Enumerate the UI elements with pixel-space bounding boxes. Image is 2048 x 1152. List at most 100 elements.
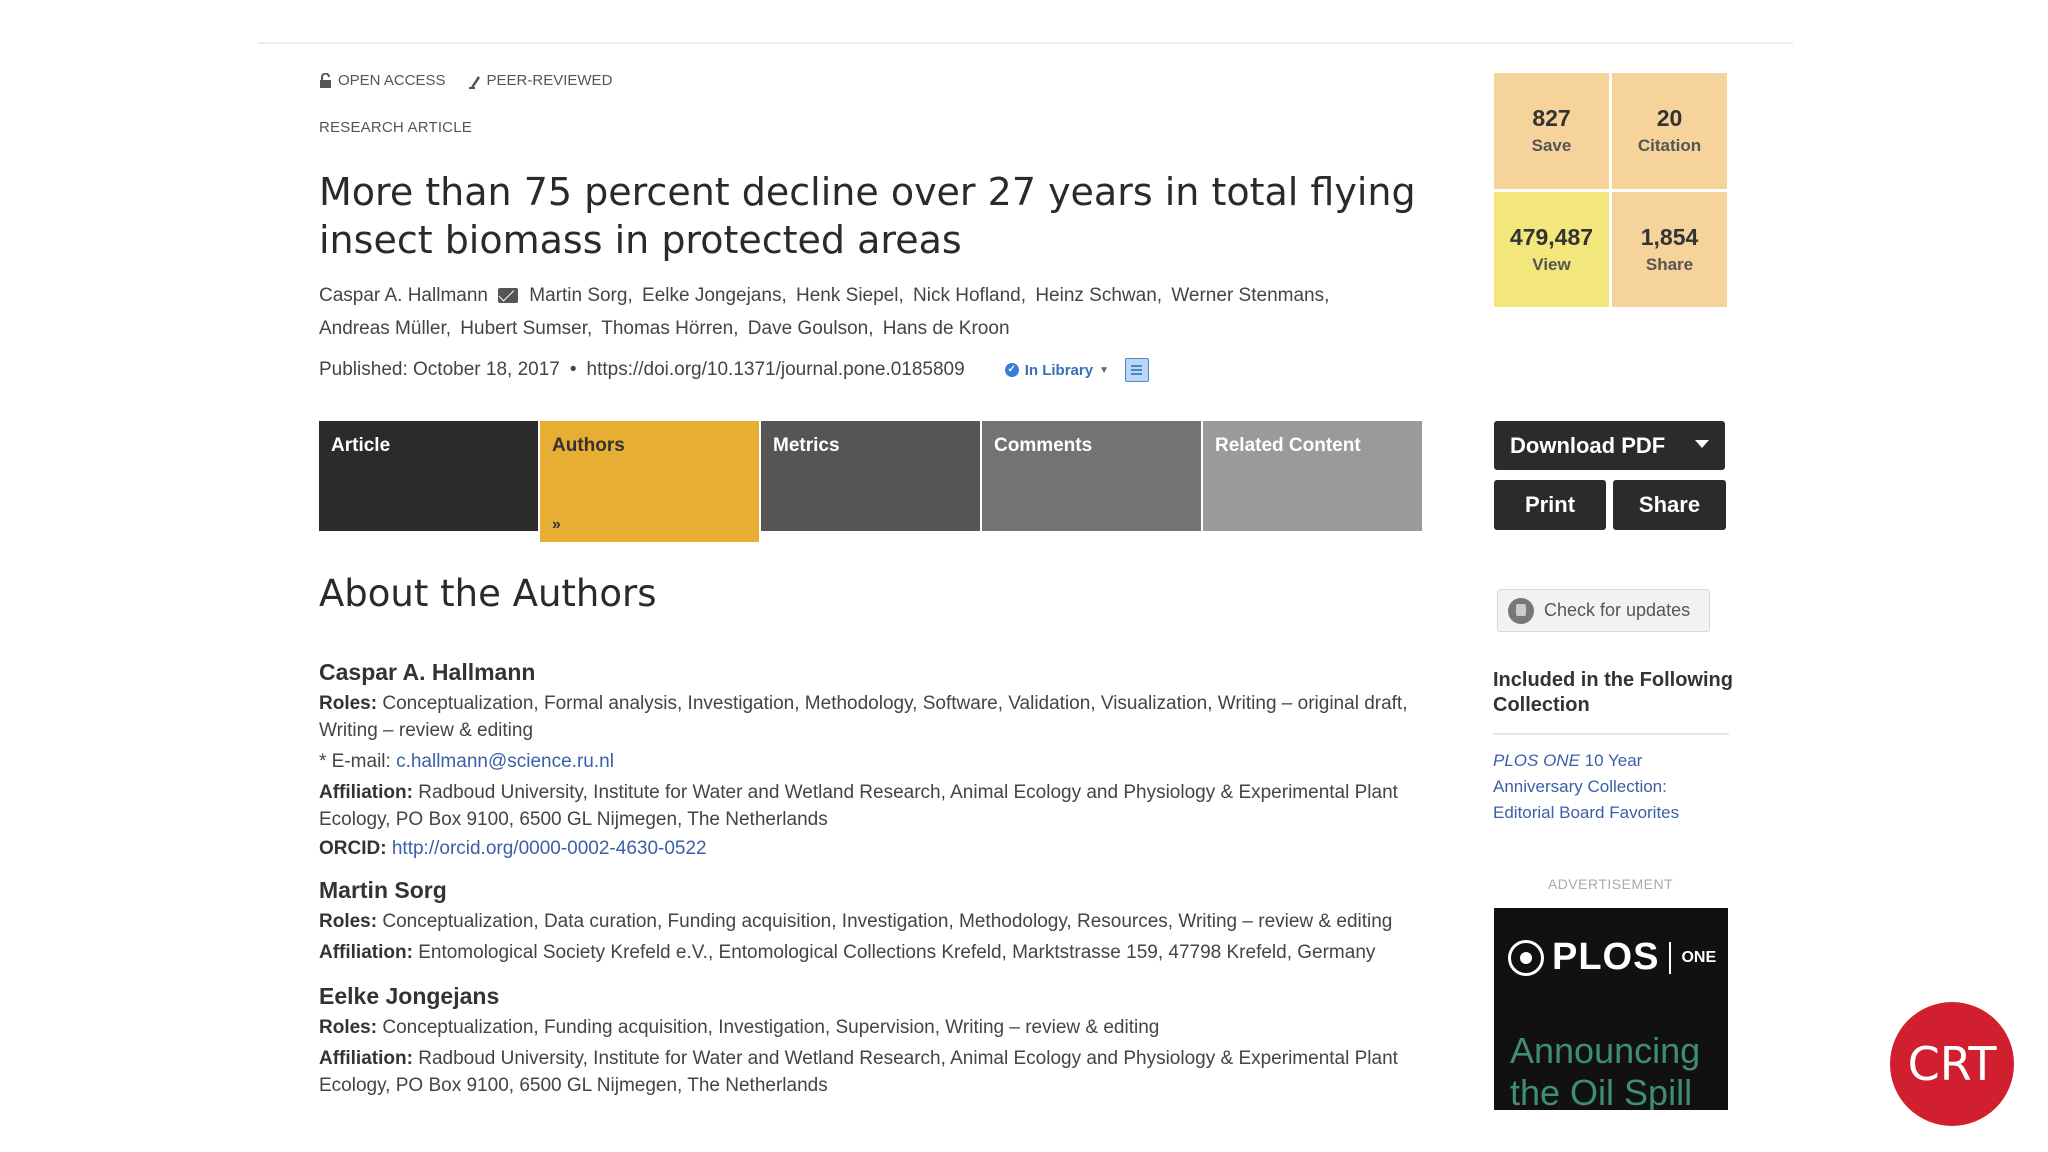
metric-view[interactable]: 479,487 View xyxy=(1494,191,1609,307)
article-badges: OPEN ACCESS PEER-REVIEWED xyxy=(319,72,612,89)
author-link[interactable]: Nick Hofland, xyxy=(913,285,1026,306)
print-button[interactable]: Print xyxy=(1494,480,1606,530)
author-name: Martin Sorg xyxy=(319,877,447,903)
check-icon: ✓ xyxy=(1004,363,1019,377)
advertisement-text: Announcing the Oil Spill xyxy=(1510,1030,1701,1110)
header-divider xyxy=(258,42,1793,44)
metric-save[interactable]: 827 Save xyxy=(1494,73,1609,189)
article-title: More than 75 percent decline over 27 yea… xyxy=(319,170,1416,262)
open-access-label: OPEN ACCESS xyxy=(338,72,446,89)
peer-reviewed-label: PEER-REVIEWED xyxy=(486,72,613,89)
check-for-updates-button[interactable]: Check for updates xyxy=(1497,589,1710,632)
author-link[interactable]: Henk Siepel, xyxy=(796,285,904,306)
logo-separator xyxy=(1669,941,1672,974)
open-access-badge[interactable]: OPEN ACCESS xyxy=(319,72,446,89)
roles-text: Conceptualization, Formal analysis, Inve… xyxy=(319,693,1408,741)
metric-value: 827 xyxy=(1532,105,1571,132)
tab-authors[interactable]: Authors » xyxy=(540,421,759,542)
double-chevron-down-icon: » xyxy=(552,516,561,533)
author-detail: Martin Sorg Roles: Conceptualization, Da… xyxy=(319,874,1439,966)
roles-label: Roles: xyxy=(319,911,378,932)
affiliation-text: Radboud University, Institute for Water … xyxy=(319,1048,1398,1096)
author-link[interactable]: Caspar A. Hallmann xyxy=(319,285,488,306)
metric-citation[interactable]: 20 Citation xyxy=(1612,73,1727,189)
author-link[interactable]: Hubert Sumser, xyxy=(460,318,592,339)
collection-divider xyxy=(1493,733,1729,735)
chevron-down-icon: ▼ xyxy=(1099,364,1109,376)
affiliation-text: Radboud University, Institute for Water … xyxy=(319,782,1398,830)
email-icon[interactable] xyxy=(497,288,518,303)
roles-label: Roles: xyxy=(319,693,378,714)
roles-label: Roles: xyxy=(319,1017,378,1038)
author-detail: Eelke Jongejans Roles: Conceptualization… xyxy=(319,980,1439,1099)
author-name: Caspar A. Hallmann xyxy=(319,659,536,685)
tab-article[interactable]: Article xyxy=(319,421,538,531)
affiliation-label: Affiliation: xyxy=(319,942,413,963)
metric-label: Citation xyxy=(1637,136,1702,156)
peer-reviewed-badge[interactable]: PEER-REVIEWED xyxy=(468,72,613,89)
metric-value: 479,487 xyxy=(1509,223,1594,250)
author-link[interactable]: Martin Sorg, xyxy=(529,285,632,306)
plos-logo: PLOS ONE xyxy=(1508,936,1716,979)
unlock-icon xyxy=(320,72,331,88)
author-orcid: ORCID: http://orcid.org/0000-0002-4630-0… xyxy=(319,835,1439,862)
plos-brand-sub: ONE xyxy=(1681,948,1717,966)
author-roles: Roles: Conceptualization, Formal analysi… xyxy=(319,690,1439,744)
article-metrics: 827 Save 20 Citation 479,487 View 1,854 … xyxy=(1494,73,1727,307)
author-affiliation: Affiliation: Radboud University, Institu… xyxy=(319,779,1439,833)
in-library-label: In Library xyxy=(1024,361,1094,379)
author-link[interactable]: Werner Stenmans, xyxy=(1171,285,1329,306)
in-library-control[interactable]: ✓ In Library ▼ xyxy=(1004,358,1149,382)
author-link[interactable]: Dave Goulson, xyxy=(748,318,874,339)
advertisement-banner[interactable]: PLOS ONE Announcing the Oil Spill xyxy=(1494,908,1728,1110)
author-name: Eelke Jongejans xyxy=(319,983,500,1009)
metric-value: 20 xyxy=(1656,105,1683,132)
download-pdf-label: Download PDF xyxy=(1510,432,1666,458)
affiliation-label: Affiliation: xyxy=(319,782,413,803)
author-roles: Roles: Conceptualization, Data curation,… xyxy=(319,908,1439,935)
roles-text: Conceptualization, Funding acquisition, … xyxy=(382,1017,1160,1038)
separator-dot: • xyxy=(569,359,577,380)
orcid-link[interactable]: http://orcid.org/0000-0002-4630-0522 xyxy=(392,838,707,859)
email-link[interactable]: c.hallmann@science.ru.nl xyxy=(396,751,614,772)
plos-brand: PLOS xyxy=(1552,936,1660,978)
publication-info: Published: October 18, 2017 • https://do… xyxy=(319,358,1149,382)
advertisement-label: ADVERTISEMENT xyxy=(1547,876,1674,892)
author-affiliation: Affiliation: Radboud University, Institu… xyxy=(319,1045,1439,1099)
author-list: Caspar A. Hallmann Martin Sorg, Eelke Jo… xyxy=(319,279,1369,345)
caret-down-icon[interactable] xyxy=(1695,440,1709,448)
plos-sun-icon xyxy=(1508,939,1544,976)
author-link[interactable]: Hans de Kroon xyxy=(883,318,1010,339)
email-label: * E-mail: xyxy=(319,751,391,772)
tab-metrics[interactable]: Metrics xyxy=(761,421,980,531)
orcid-label: ORCID: xyxy=(319,838,387,859)
metric-label: Save xyxy=(1531,136,1572,156)
article-type: RESEARCH ARTICLE xyxy=(319,119,472,136)
metric-label: View xyxy=(1532,254,1571,274)
author-link[interactable]: Heinz Schwan, xyxy=(1035,285,1162,306)
author-roles: Roles: Conceptualization, Funding acquis… xyxy=(319,1014,1439,1041)
roles-text: Conceptualization, Data curation, Fundin… xyxy=(382,911,1393,932)
tab-authors-label: Authors xyxy=(552,435,625,456)
check-for-updates-label: Check for updates xyxy=(1544,600,1691,620)
author-link[interactable]: Eelke Jongejans, xyxy=(642,285,787,306)
metric-share[interactable]: 1,854 Share xyxy=(1612,191,1727,307)
collection-heading: Included in the Following Collection xyxy=(1493,669,1733,716)
affiliation-label: Affiliation: xyxy=(319,1048,413,1069)
tab-comments[interactable]: Comments xyxy=(982,421,1201,531)
doi-link[interactable]: https://doi.org/10.1371/journal.pone.018… xyxy=(587,359,965,381)
affiliation-text: Entomological Society Krefeld e.V., Ento… xyxy=(418,942,1376,963)
collection-link[interactable]: PLOS ONE 10 Year Anniversary Collection:… xyxy=(1493,748,1713,826)
metric-value: 1,854 xyxy=(1640,223,1699,250)
author-detail: Caspar A. Hallmann Roles: Conceptualizat… xyxy=(319,656,1439,862)
document-icon[interactable] xyxy=(1124,358,1149,382)
author-link[interactable]: Thomas Hörren, xyxy=(601,318,738,339)
tab-related-content[interactable]: Related Content xyxy=(1203,421,1422,531)
author-link[interactable]: Andreas Müller, xyxy=(319,318,451,339)
section-title: About the Authors xyxy=(319,572,657,615)
download-pdf-button[interactable]: Download PDF xyxy=(1494,421,1725,470)
pen-icon xyxy=(468,75,480,89)
article-tabs: Article Authors » Metrics Comments Relat… xyxy=(319,421,1424,542)
share-button[interactable]: Share xyxy=(1613,480,1726,530)
metric-label: Share xyxy=(1645,254,1694,274)
